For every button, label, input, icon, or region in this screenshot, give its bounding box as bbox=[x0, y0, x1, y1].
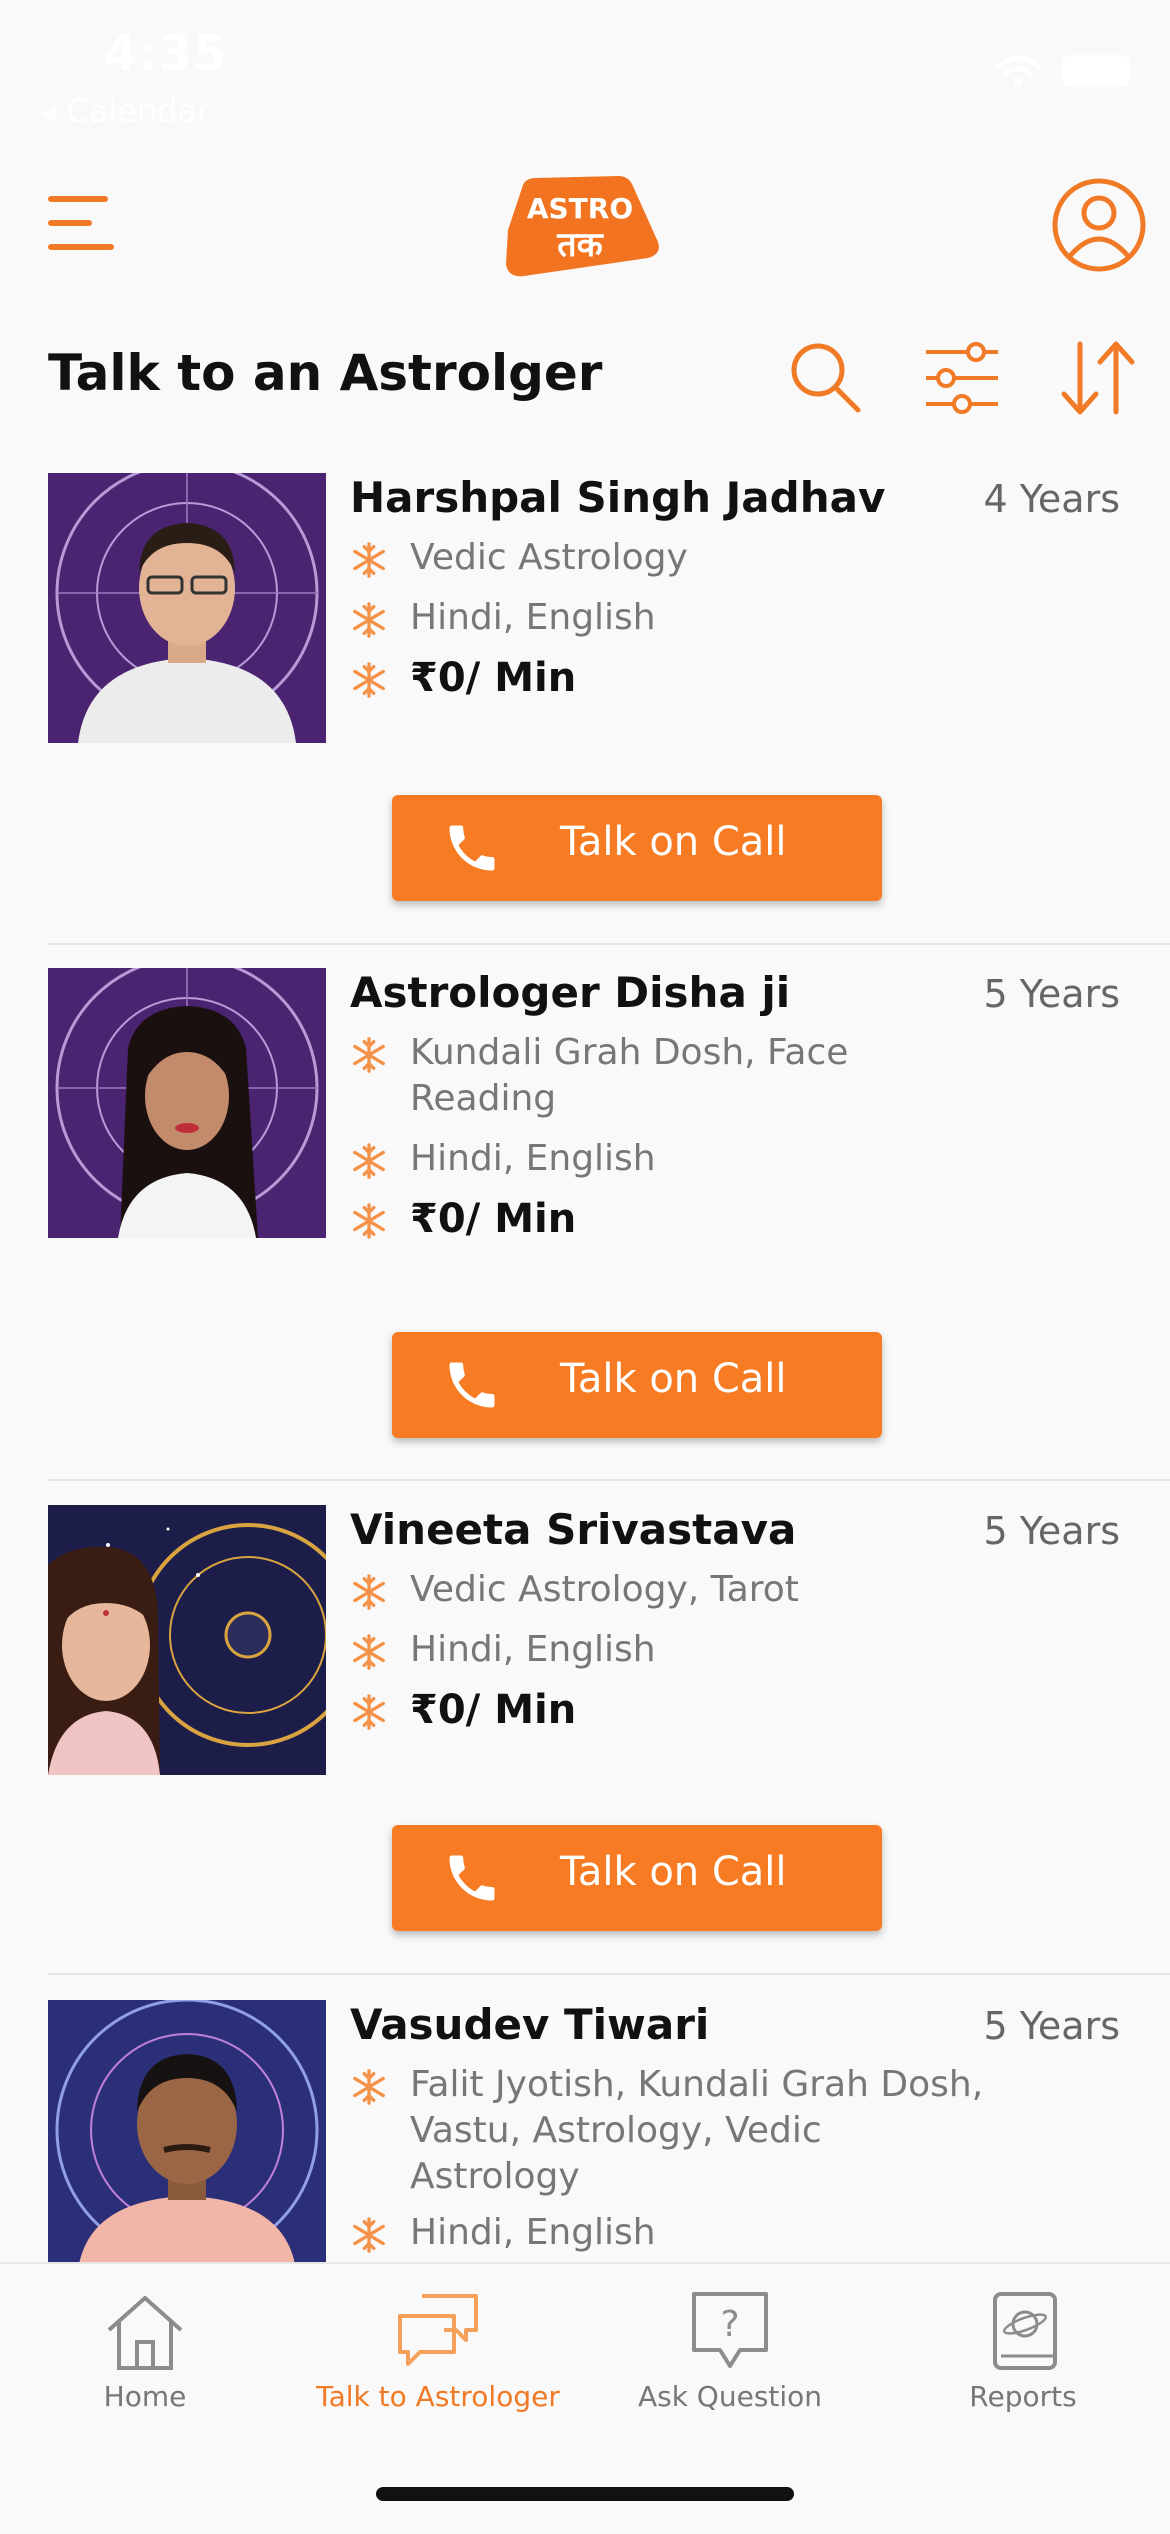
profile-button[interactable] bbox=[1050, 176, 1148, 274]
sort-icon[interactable] bbox=[1058, 338, 1138, 418]
astrologer-card[interactable]: Harshpal Singh Jadhav 4 Years Vedic Astr… bbox=[0, 473, 1170, 943]
talk-on-call-label: Talk on Call bbox=[560, 1356, 787, 1402]
astrologer-name: Astrologer Disha ji bbox=[350, 968, 791, 1017]
app-header: ASTRO तक bbox=[0, 150, 1170, 300]
home-indicator[interactable] bbox=[376, 2487, 794, 2501]
snowflake-bullet-icon bbox=[350, 1142, 388, 1180]
svg-text:?: ? bbox=[720, 2304, 739, 2345]
price-row: ₹0/ Min bbox=[350, 1687, 990, 1733]
price-per-minute: ₹0/ Min bbox=[410, 655, 577, 701]
snowflake-bullet-icon bbox=[350, 2068, 388, 2106]
page-title: Talk to an Astrolger bbox=[48, 344, 603, 402]
menu-button[interactable] bbox=[48, 192, 120, 256]
tab-home-label: Home bbox=[103, 2380, 187, 2413]
languages-row: Hindi, English bbox=[350, 1136, 990, 1182]
logo-text-astro: ASTRO bbox=[527, 192, 633, 225]
status-bar: 4:35 ◂ Calendar bbox=[0, 0, 1170, 135]
tab-talk-to-astrologer-label: Talk to Astrologer bbox=[316, 2380, 560, 2413]
tab-reports[interactable]: Reports bbox=[878, 2290, 1168, 2420]
talk-on-call-button[interactable]: Talk on Call bbox=[392, 795, 882, 901]
card-divider bbox=[48, 1479, 1170, 1481]
tab-ask-question[interactable]: ? Ask Question bbox=[585, 2290, 875, 2420]
price-row: ₹0/ Min bbox=[350, 655, 990, 701]
snowflake-bullet-icon bbox=[350, 1693, 388, 1731]
astrologer-skills: Kundali Grah Dosh, Face Reading bbox=[410, 1032, 849, 1119]
chat-bubbles-icon bbox=[398, 2294, 478, 2366]
skills-row: Kundali Grah Dosh, Face Reading bbox=[350, 1030, 990, 1122]
astrologer-card[interactable]: Vineeta Srivastava 5 Years Vedic Astrolo… bbox=[0, 1505, 1170, 1975]
astrologer-photo[interactable] bbox=[48, 1505, 326, 1775]
astro-tak-logo: ASTRO तक bbox=[506, 176, 659, 277]
astrologer-skills: Vedic Astrology bbox=[410, 537, 688, 578]
astrologer-photo[interactable] bbox=[48, 2000, 326, 2262]
phone-icon bbox=[449, 825, 495, 871]
astrologer-card[interactable]: Astrologer Disha ji 5 Years Kundali Grah… bbox=[0, 968, 1170, 1478]
astrologer-languages: Hindi, English bbox=[410, 1629, 656, 1670]
astrologer-card[interactable]: Vasudev Tiwari 5 Years Falit Jyotish, Ku… bbox=[0, 2000, 1170, 2262]
tab-reports-label: Reports bbox=[969, 2380, 1077, 2413]
astrologer-photo[interactable] bbox=[48, 968, 326, 1238]
home-icon bbox=[107, 2296, 183, 2370]
battery-icon bbox=[1062, 55, 1130, 87]
question-bubble-icon: ? bbox=[692, 2292, 768, 2368]
card-divider bbox=[48, 943, 1170, 945]
astrologer-name: Vineeta Srivastava bbox=[350, 1505, 797, 1554]
phone-icon bbox=[449, 1855, 495, 1901]
snowflake-bullet-icon bbox=[350, 541, 388, 579]
card-divider bbox=[48, 1973, 1170, 1975]
snowflake-bullet-icon bbox=[350, 661, 388, 699]
astrologer-languages: Hindi, English bbox=[410, 1138, 656, 1179]
astrologer-languages: Hindi, English bbox=[410, 2212, 656, 2253]
tab-home[interactable]: Home bbox=[0, 2290, 290, 2420]
astrologer-skills: Vedic Astrology, Tarot bbox=[410, 1569, 799, 1610]
experience-years: 5 Years bbox=[983, 1509, 1120, 1553]
languages-row: Hindi, English bbox=[350, 2210, 990, 2256]
talk-on-call-button[interactable]: Talk on Call bbox=[392, 1332, 882, 1438]
skills-row: Vedic Astrology bbox=[350, 535, 990, 581]
tab-talk-to-astrologer[interactable]: Talk to Astrologer bbox=[293, 2290, 583, 2420]
snowflake-bullet-icon bbox=[350, 601, 388, 639]
report-book-icon bbox=[993, 2292, 1057, 2370]
talk-on-call-label: Talk on Call bbox=[560, 1849, 787, 1895]
astrologer-name: Vasudev Tiwari bbox=[350, 2000, 710, 2049]
price-per-minute: ₹0/ Min bbox=[410, 1196, 577, 1242]
list-toolbar: Talk to an Astrolger bbox=[0, 330, 1170, 420]
price-row: ₹0/ Min bbox=[350, 1196, 990, 1242]
status-icons bbox=[994, 55, 1130, 87]
logo-text-tak: तक bbox=[556, 225, 604, 265]
skills-row: Vedic Astrology, Tarot bbox=[350, 1567, 990, 1613]
wifi-icon bbox=[995, 55, 1041, 86]
snowflake-bullet-icon bbox=[350, 1202, 388, 1240]
experience-years: 5 Years bbox=[983, 972, 1120, 1016]
astrologer-name: Harshpal Singh Jadhav bbox=[350, 473, 886, 522]
tab-ask-question-label: Ask Question bbox=[637, 2380, 823, 2413]
user-circle-icon bbox=[1052, 178, 1146, 272]
back-to-calendar-link[interactable]: ◂ Calendar bbox=[40, 92, 210, 130]
status-time: 4:35 bbox=[104, 26, 228, 82]
hamburger-icon bbox=[48, 196, 114, 250]
experience-years: 4 Years bbox=[983, 477, 1120, 521]
filter-sliders-icon[interactable] bbox=[922, 338, 1002, 418]
talk-on-call-label: Talk on Call bbox=[560, 819, 787, 865]
astrologer-skills: Falit Jyotish, Kundali Grah Dosh, Vastu,… bbox=[410, 2064, 984, 2197]
experience-years: 5 Years bbox=[983, 2004, 1120, 2048]
price-per-minute: ₹0/ Min bbox=[410, 1687, 577, 1733]
astrologer-languages: Hindi, English bbox=[410, 597, 656, 638]
languages-row: Hindi, English bbox=[350, 595, 990, 641]
astrologer-photo[interactable] bbox=[48, 473, 326, 743]
languages-row: Hindi, English bbox=[350, 1627, 990, 1673]
talk-on-call-button[interactable]: Talk on Call bbox=[392, 1825, 882, 1931]
phone-icon bbox=[449, 1362, 495, 1408]
snowflake-bullet-icon bbox=[350, 2216, 388, 2254]
snowflake-bullet-icon bbox=[350, 1573, 388, 1611]
search-icon[interactable] bbox=[786, 338, 866, 418]
snowflake-bullet-icon bbox=[350, 1633, 388, 1671]
snowflake-bullet-icon bbox=[350, 1036, 388, 1074]
skills-row: Falit Jyotish, Kundali Grah Dosh, Vastu,… bbox=[350, 2062, 990, 2200]
